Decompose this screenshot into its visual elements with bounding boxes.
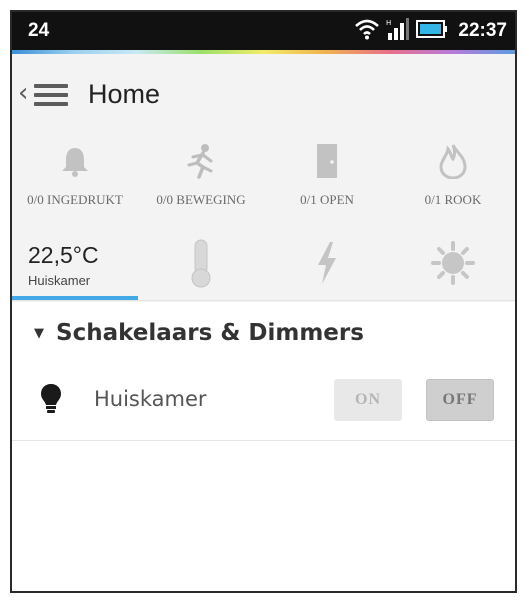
wifi-icon bbox=[354, 18, 380, 44]
expand-caret-icon: ▼ bbox=[34, 326, 44, 341]
clock: 22:37 bbox=[458, 20, 507, 41]
energy-tile[interactable] bbox=[264, 228, 390, 302]
sensor-motion[interactable]: 0/0 BEWEGING bbox=[138, 132, 264, 208]
temperature-value: 22,5°C bbox=[28, 242, 99, 268]
sensor-open-label: 0/1 OPEN bbox=[300, 192, 354, 207]
off-button[interactable]: OFF bbox=[426, 379, 494, 421]
sun-tile[interactable] bbox=[390, 228, 515, 302]
divider bbox=[12, 300, 515, 301]
divider bbox=[12, 440, 515, 441]
battery-icon bbox=[416, 18, 448, 44]
section-switches-dimmers[interactable]: ▼ Schakelaars & Dimmers bbox=[34, 320, 364, 346]
phone-screen: 24 H 22:37 ‹ Home 0/0 INGEDRUKT 0/0 BEWE… bbox=[10, 10, 517, 593]
on-button[interactable]: ON bbox=[334, 379, 402, 421]
running-person-icon bbox=[138, 132, 264, 190]
temperature-room: Huiskamer bbox=[28, 273, 91, 288]
switch-name: Huiskamer bbox=[94, 387, 207, 411]
sensor-motion-label: 0/0 BEWEGING bbox=[156, 192, 246, 207]
sensor-open[interactable]: 0/1 OPEN bbox=[264, 132, 390, 208]
menu-icon[interactable] bbox=[34, 84, 68, 106]
sensor-pressed-label: 0/0 INGEDRUKT bbox=[27, 192, 123, 207]
sensor-tiles: 22,5°C Huiskamer bbox=[12, 228, 515, 302]
sensor-pressed[interactable]: 0/0 INGEDRUKT bbox=[12, 132, 138, 208]
sun-icon bbox=[431, 241, 475, 289]
lightbulb-icon bbox=[40, 383, 62, 419]
thermometer-tile[interactable] bbox=[138, 228, 264, 302]
temperature-tile[interactable]: 22,5°C Huiskamer bbox=[12, 228, 138, 302]
signal-icon: H bbox=[386, 17, 410, 45]
notification-count: 24 bbox=[28, 20, 50, 41]
door-icon bbox=[264, 132, 390, 190]
page-title: Home bbox=[88, 79, 161, 109]
lightning-icon bbox=[315, 241, 339, 289]
sensor-smoke-label: 0/1 ROOK bbox=[424, 192, 482, 207]
action-bar: ‹ Home bbox=[12, 54, 515, 132]
status-bar: 24 H 22:37 bbox=[12, 12, 515, 50]
switch-row-huiskamer: Huiskamer ON OFF bbox=[12, 367, 515, 435]
sensor-smoke[interactable]: 0/1 ROOK bbox=[390, 132, 515, 208]
thermometer-icon bbox=[188, 238, 214, 292]
status-icons: H 22:37 bbox=[354, 18, 507, 44]
back-chevron-icon[interactable]: ‹ bbox=[18, 78, 28, 108]
bell-icon bbox=[12, 132, 138, 190]
svg-text:H: H bbox=[386, 19, 391, 27]
section-title: Schakelaars & Dimmers bbox=[56, 320, 364, 346]
sensor-summary: 0/0 INGEDRUKT 0/0 BEWEGING 0/1 OPEN 0/1 … bbox=[12, 132, 515, 236]
flame-icon bbox=[390, 132, 515, 190]
